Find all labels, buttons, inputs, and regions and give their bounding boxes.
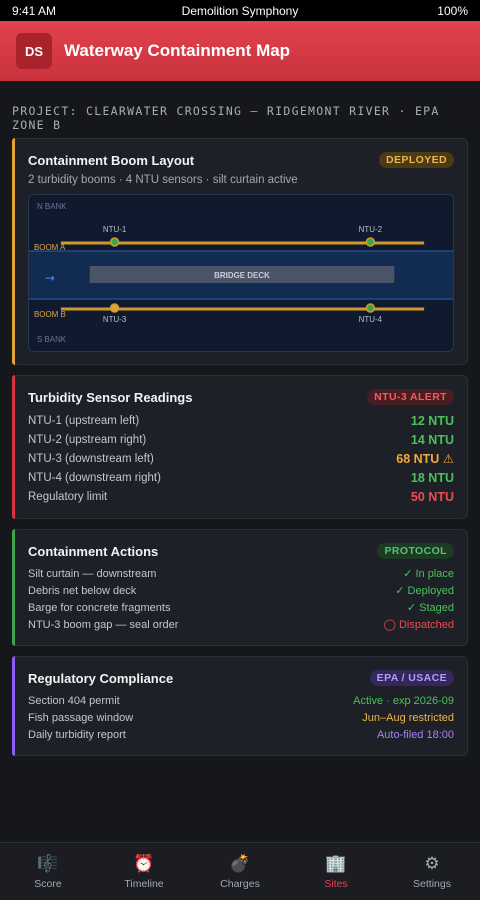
tab-timeline[interactable]: ⏰ Timeline	[96, 843, 192, 900]
compliance-row: Fish passage window Jun–Aug restricted	[28, 709, 454, 726]
tab-settings[interactable]: ⚙ Settings	[384, 843, 480, 900]
compliance-status: Auto-filed 18:00	[376, 728, 454, 741]
boom-layout-title: Containment Boom Layout	[28, 152, 195, 168]
action-label: Debris net below deck	[28, 584, 137, 597]
sensor-ntu-3-label: NTU-3	[103, 315, 127, 324]
boom-b-label: BOOM B	[34, 310, 66, 319]
actions-title: Containment Actions	[28, 543, 159, 559]
epa-usace-badge: EPA / USACE	[369, 670, 454, 686]
tab-label: Sites	[324, 878, 348, 890]
ntu-alert-badge: NTU-3 ALERT	[367, 389, 454, 405]
reading-label: NTU-3 (downstream left)	[28, 452, 154, 465]
turbidity-card: Turbidity Sensor Readings NTU-3 ALERT NT…	[12, 375, 468, 519]
reading-value: 18 NTU	[410, 470, 454, 485]
score-icon: 🎼	[37, 854, 59, 873]
boom-layout-card: Containment Boom Layout DEPLOYED 2 turbi…	[12, 138, 468, 365]
actions-card: Containment Actions PROTOCOL Silt curtai…	[12, 529, 468, 646]
sensor-ntu-1[interactable]	[109, 237, 120, 247]
bomb-icon: 💣	[229, 854, 251, 873]
compliance-label: Daily turbidity report	[28, 728, 126, 741]
regulatory-limit-value: 50 NTU	[410, 489, 454, 504]
reading-value-alert: 68 NTU ⚠	[396, 452, 454, 466]
building-icon: 🏢	[325, 854, 347, 873]
boom-a-label: BOOM A	[34, 243, 66, 252]
sensor-ntu-1-label: NTU-1	[103, 225, 127, 234]
app-header: DS Waterway Containment Map	[0, 21, 480, 81]
s-bank-label: S BANK	[37, 335, 67, 344]
action-row: NTU-3 boom gap — seal order ◯ Dispatched	[28, 616, 454, 633]
sensor-ntu-4-label: NTU-4	[359, 315, 383, 324]
containment-map-svg: N BANK S BANK BOOM A BOOM B BRIDGE DECK …	[29, 195, 453, 351]
action-row: Barge for concrete fragments ✓ Staged	[28, 599, 454, 616]
n-bank-label: N BANK	[37, 202, 67, 211]
reading-value: 14 NTU	[410, 432, 454, 447]
compliance-label: Section 404 permit	[28, 694, 120, 707]
reading-row: NTU-1 (upstream left) 12 NTU	[28, 411, 454, 430]
reading-label: NTU-2 (upstream right)	[28, 433, 147, 446]
tab-label: Score	[34, 878, 62, 890]
protocol-badge: PROTOCOL	[377, 543, 454, 559]
tab-sites[interactable]: 🏢 Sites	[288, 843, 384, 900]
compliance-title: Regulatory Compliance	[28, 670, 174, 686]
reading-row: NTU-4 (downstream right) 18 NTU	[28, 468, 454, 487]
compliance-row: Daily turbidity report Auto-filed 18:00	[28, 726, 454, 743]
regulatory-limit-row: Regulatory limit 50 NTU	[28, 487, 454, 506]
reading-value: 12 NTU	[410, 413, 454, 428]
tab-charges[interactable]: 💣 Charges	[192, 843, 288, 900]
sensor-ntu-4[interactable]	[365, 303, 376, 313]
action-row: Silt curtain — downstream ✓ In place	[28, 565, 454, 582]
action-status: ✓ In place	[403, 568, 454, 580]
action-status: ✓ Deployed	[395, 585, 454, 597]
compliance-label: Fish passage window	[28, 711, 134, 724]
page-title: Waterway Containment Map	[64, 41, 291, 60]
tab-score[interactable]: 🎼 Score	[0, 843, 96, 900]
reading-label: Regulatory limit	[28, 490, 108, 503]
compliance-status: Jun–Aug restricted	[362, 711, 454, 724]
deployed-badge: DEPLOYED	[379, 152, 454, 168]
bridge-deck-label: BRIDGE DECK	[214, 271, 270, 280]
bottom-tab-bar: 🎼 Score ⏰ Timeline 💣 Charges 🏢 Sites ⚙ S…	[0, 842, 480, 900]
boom-layout-subtitle: 2 turbidity booms · 4 NTU sensors · silt…	[28, 174, 298, 186]
action-label: NTU-3 boom gap — seal order	[28, 618, 179, 631]
compliance-status: Active · exp 2026-09	[353, 694, 454, 707]
sensor-ntu-3[interactable]	[109, 303, 120, 313]
action-label: Silt curtain — downstream	[28, 567, 157, 580]
sensor-ntu-2-label: NTU-2	[359, 225, 383, 234]
action-label: Barge for concrete fragments	[28, 601, 171, 614]
sensor-ntu-2[interactable]	[365, 237, 376, 247]
compliance-card: Regulatory Compliance EPA / USACE Sectio…	[12, 656, 468, 756]
status-battery: 100%	[437, 3, 468, 18]
flow-arrow-icon: →	[45, 271, 55, 285]
status-time: 9:41 AM	[12, 3, 57, 18]
turbidity-title: Turbidity Sensor Readings	[28, 389, 193, 405]
tab-label: Settings	[413, 878, 451, 890]
reading-label: NTU-1 (upstream left)	[28, 414, 140, 427]
reading-label: NTU-4 (downstream right)	[28, 471, 161, 484]
project-line: PROJECT: CLEARWATER CROSSING — RIDGEMONT…	[12, 104, 440, 132]
app-logo[interactable]: DS	[16, 33, 52, 69]
compliance-row: Section 404 permit Active · exp 2026-09	[28, 692, 454, 709]
gear-icon: ⚙	[424, 854, 440, 873]
action-status-pending: ◯ Dispatched	[383, 619, 454, 631]
reading-row: NTU-2 (upstream right) 14 NTU	[28, 430, 454, 449]
containment-map[interactable]: N BANK S BANK BOOM A BOOM B BRIDGE DECK …	[28, 194, 454, 352]
status-app-name: Demolition Symphony	[181, 3, 299, 18]
action-status: ✓ Staged	[406, 602, 454, 614]
reading-row: NTU-3 (downstream left) 68 NTU ⚠	[28, 449, 454, 468]
status-bar: 9:41 AM Demolition Symphony 100%	[0, 0, 480, 21]
tab-label: Timeline	[124, 878, 164, 890]
action-row: Debris net below deck ✓ Deployed	[28, 582, 454, 599]
alarm-clock-icon: ⏰	[133, 854, 155, 873]
tab-label: Charges	[220, 878, 260, 890]
